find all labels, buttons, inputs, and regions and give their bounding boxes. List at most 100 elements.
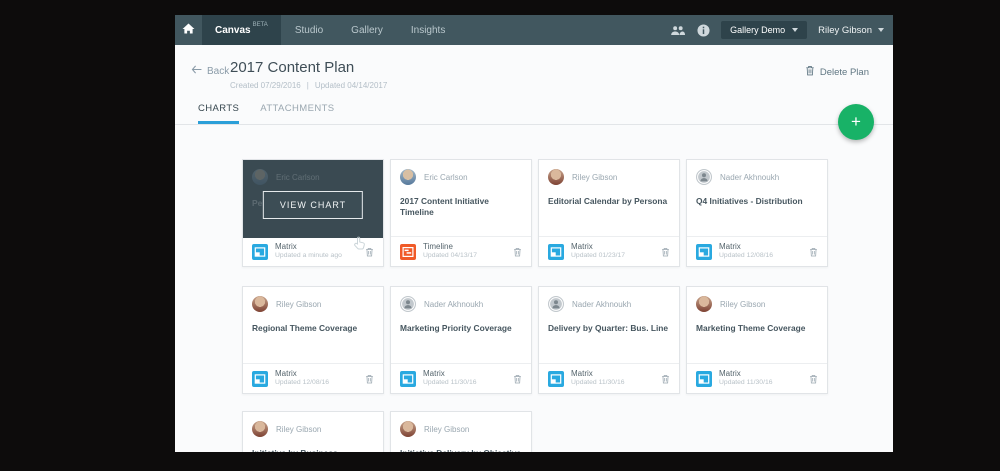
title-block: 2017 Content Plan Created 07/29/2016 | U… xyxy=(230,59,893,90)
avatar xyxy=(252,169,268,185)
back-arrow-icon xyxy=(191,65,202,77)
author-name: Riley Gibson xyxy=(572,172,618,182)
nav-item-studio[interactable]: Studio xyxy=(281,15,337,45)
author-name: Riley Gibson xyxy=(720,299,766,309)
info-icon[interactable] xyxy=(697,23,710,37)
home-button[interactable] xyxy=(175,15,202,45)
plus-icon: + xyxy=(851,112,861,131)
delete-chart-button[interactable] xyxy=(513,374,522,384)
hover-overlay: Eric Carlson Persona VIEW CHART xyxy=(243,160,383,250)
chart-title: Marketing Theme Coverage xyxy=(696,323,806,333)
chart-card[interactable]: Riley Gibson Editorial Calendar by Perso… xyxy=(538,159,680,267)
chevron-down-icon xyxy=(878,28,884,32)
chart-card[interactable]: Nader Akhnoukh Marketing Priority Covera… xyxy=(390,286,532,394)
chart-title: Regional Theme Coverage xyxy=(252,323,358,333)
avatar xyxy=(548,169,564,185)
chart-updated: Updated 11/30/16 xyxy=(423,379,477,387)
nav-item-gallery[interactable]: Gallery xyxy=(337,15,397,45)
users-icon[interactable] xyxy=(670,25,686,36)
avatar xyxy=(548,296,564,312)
avatar xyxy=(252,421,268,437)
chart-card[interactable]: Riley Gibson Regional Theme Coverage Ril… xyxy=(242,286,384,394)
chart-type-icon xyxy=(548,243,564,260)
chart-type-text: Matrix Updated 11/30/16 xyxy=(423,369,477,387)
chart-card[interactable]: Riley Gibson Initiative Delivery by Obje… xyxy=(390,411,532,452)
chart-type-name: Matrix xyxy=(571,242,593,252)
author-name: Riley Gibson xyxy=(424,424,470,434)
chart-card-body: Nader Akhnoukh Marketing Priority Covera… xyxy=(391,287,531,364)
author-row: Nader Akhnoukh xyxy=(400,296,522,312)
chart-type-icon xyxy=(252,370,268,387)
delete-chart-button[interactable] xyxy=(661,374,670,384)
chart-type-icon xyxy=(696,370,712,387)
tab-attachments[interactable]: ATTACHMENTS xyxy=(260,103,334,124)
author-row: Nader Akhnoukh xyxy=(548,296,670,312)
author-row: Riley Gibson xyxy=(252,296,374,312)
author-name: Riley Gibson xyxy=(276,299,322,309)
chart-card-body: Nader Akhnoukh Q4 Initiatives - Distribu… xyxy=(687,160,827,237)
chart-type-text: Matrix Updated 12/08/16 xyxy=(719,242,773,260)
workspace-selector[interactable]: Gallery Demo xyxy=(721,21,808,39)
nav-item-canvas[interactable]: Canvas BETA xyxy=(202,15,281,45)
chart-card-body: Riley Gibson Regional Theme Coverage Ril… xyxy=(243,287,383,364)
author-name: Nader Akhnoukh xyxy=(572,299,632,309)
chart-updated: Updated 04/13/17 xyxy=(423,252,478,260)
view-chart-button[interactable]: VIEW CHART xyxy=(262,191,364,219)
author-row: Riley Gibson xyxy=(548,169,670,185)
chart-card-body: Riley Gibson Marketing Theme Coverage Ri… xyxy=(687,287,827,364)
author-row: Riley Gibson xyxy=(696,296,818,312)
chart-type-name: Matrix xyxy=(719,369,741,379)
chart-card[interactable]: Eric Carlson 2017 Content Initiative Tim… xyxy=(390,159,532,267)
chart-card[interactable]: Eric Carlson Persona Eric Carlson Person… xyxy=(242,159,384,267)
cursor-icon xyxy=(353,236,365,255)
chart-type-text: Matrix Updated a minute ago xyxy=(275,242,342,260)
subtitle-separator: | xyxy=(306,81,309,90)
chart-type-name: Matrix xyxy=(571,369,593,379)
tab-charts[interactable]: CHARTS xyxy=(198,103,240,124)
chart-card-body: Eric Carlson 2017 Content Initiative Tim… xyxy=(391,160,531,237)
tab-bar: CHARTS ATTACHMENTS xyxy=(175,103,893,125)
author-row: Riley Gibson xyxy=(400,421,522,437)
chart-card[interactable]: Riley Gibson Initiative by Business Obje… xyxy=(242,411,384,452)
back-button[interactable]: Back xyxy=(191,65,229,77)
chart-card[interactable]: Riley Gibson Marketing Theme Coverage Ri… xyxy=(686,286,828,394)
delete-chart-button[interactable] xyxy=(513,247,522,257)
author-row: Eric Carlson xyxy=(400,169,522,185)
delete-plan-button[interactable]: Delete Plan xyxy=(805,65,869,79)
chart-type-icon xyxy=(696,243,712,260)
delete-chart-button[interactable] xyxy=(365,247,374,257)
author-row: Nader Akhnoukh xyxy=(696,169,818,185)
nav-item-label: Gallery xyxy=(351,24,383,36)
delete-chart-button[interactable] xyxy=(365,374,374,384)
created-date: Created 07/29/2016 xyxy=(230,81,301,90)
home-icon xyxy=(182,21,195,39)
chart-card[interactable]: Nader Akhnoukh Q4 Initiatives - Distribu… xyxy=(686,159,828,267)
chart-type-icon xyxy=(400,370,416,387)
delete-chart-button[interactable] xyxy=(661,247,670,257)
delete-chart-button[interactable] xyxy=(809,374,818,384)
chart-title: Q4 Initiatives - Distribution xyxy=(696,196,803,206)
chart-title: Delivery by Quarter: Bus. Line xyxy=(548,323,669,333)
chart-card-footer: Matrix Updated 01/23/17 xyxy=(539,236,679,266)
chart-title: Initiative by Business Objective xyxy=(252,448,374,452)
chart-type-name: Matrix xyxy=(719,242,741,252)
author-row: Riley Gibson xyxy=(252,421,374,437)
delete-chart-button[interactable] xyxy=(809,247,818,257)
chart-card[interactable]: Nader Akhnoukh Delivery by Quarter: Bus.… xyxy=(538,286,680,394)
chart-type-text: Timeline Updated 04/13/17 xyxy=(423,242,477,260)
chart-type-text: Matrix Updated 01/23/17 xyxy=(571,242,625,260)
card-row-3: Riley Gibson Initiative by Business Obje… xyxy=(242,411,532,452)
chart-updated: Updated a minute ago xyxy=(275,252,342,260)
avatar xyxy=(400,296,416,312)
chart-type-text: Matrix Updated 11/30/16 xyxy=(571,369,625,387)
chart-updated: Updated 12/08/16 xyxy=(275,379,330,387)
add-chart-button[interactable]: + xyxy=(838,104,874,140)
user-menu[interactable]: Riley Gibson xyxy=(818,25,884,36)
navbar-right: Gallery Demo Riley Gibson xyxy=(670,15,893,45)
nav-item-label: Studio xyxy=(294,24,324,36)
nav-item-insights[interactable]: Insights xyxy=(397,15,459,45)
card-row-2: Riley Gibson Regional Theme Coverage Ril… xyxy=(242,286,828,394)
chart-card-footer: Matrix Updated 12/08/16 xyxy=(687,236,827,266)
chart-card-footer: Matrix Updated 12/08/16 xyxy=(243,363,383,393)
nav-item-label: Insights xyxy=(410,24,446,36)
